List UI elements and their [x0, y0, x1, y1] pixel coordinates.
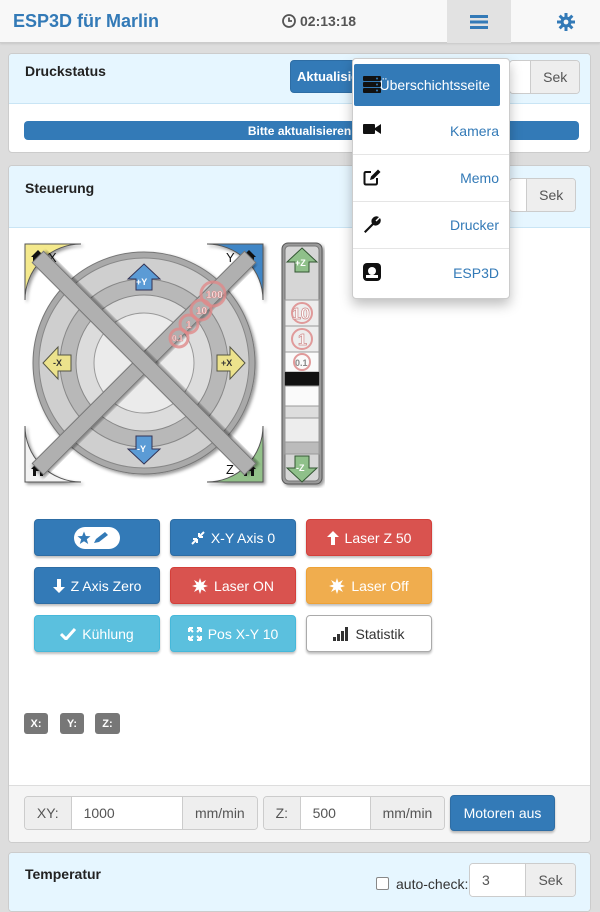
step-1-label: 1 [186, 320, 192, 331]
navbar: ESP3D für Marlin 02:13:18 [0, 0, 600, 43]
video-camera-icon [363, 124, 381, 134]
star-pencil-icon [74, 526, 120, 549]
minus-x-label: -X [53, 358, 62, 368]
z-step-10-label: 10 [292, 306, 310, 323]
arrow-down-icon [52, 578, 65, 593]
autocheck-label: auto-check: [396, 876, 469, 892]
temperature-interval-input[interactable]: 3 [470, 864, 526, 896]
menu-item-camera[interactable]: Kamera [353, 108, 509, 155]
menu-button[interactable] [447, 0, 511, 43]
menu-item-dashboard-label: Überschichtsseite [379, 77, 491, 93]
settings-button[interactable] [557, 13, 575, 34]
macro-button-9[interactable]: Statistik [306, 615, 432, 652]
expand-icon [187, 626, 202, 641]
check-icon [60, 627, 77, 640]
macro-button-7[interactable]: Kühlung [34, 615, 160, 652]
macro-7-label: Kühlung [82, 625, 134, 642]
macro-button-8[interactable]: Pos X-Y 10 [170, 615, 296, 652]
macro-button-1[interactable] [34, 519, 160, 556]
clock-time: 02:13:18 [300, 13, 357, 29]
menu-item-dashboard[interactable]: Überschichtsseite [354, 64, 500, 106]
menu-item-esp3d[interactable]: ESP3D [353, 249, 509, 296]
motors-off-button[interactable]: Motoren aus [450, 795, 555, 831]
minus-z-label: -Z [296, 463, 305, 473]
control-interval-input[interactable] [510, 179, 527, 211]
z-feedrate-group: Z: 500 mm/min [263, 796, 445, 830]
control-interval-group: Sek [509, 178, 576, 212]
temperature-interval-unit: Sek [525, 864, 575, 896]
xy-feedrate-label: XY: [25, 797, 72, 829]
xy-feedrate-unit: mm/min [181, 797, 257, 829]
macro-5-label: Laser ON [214, 577, 274, 594]
menu-item-printer[interactable]: Drucker [353, 202, 509, 249]
print-status-title: Druckstatus [25, 63, 106, 79]
macro-9-label: Statistik [355, 625, 405, 642]
step-01-label: 0.1 [172, 334, 184, 343]
temperature-title: Temperatur [25, 866, 101, 882]
step-100-label: 100 [206, 290, 223, 301]
z-step-01-label: 0.1 [295, 358, 308, 368]
clock: 02:13:18 [282, 13, 356, 29]
wrench-icon [364, 216, 381, 233]
status-interval-unit: Sek [530, 61, 579, 93]
macro-8-label: Pos X-Y 10 [207, 625, 279, 642]
gear-icon [557, 13, 575, 31]
macro-6-label: Laser Off [351, 577, 409, 594]
xy-feedrate-group: XY: 1000 mm/min [24, 796, 258, 830]
compress-icon [191, 530, 205, 545]
z-feedrate-input[interactable]: 500 [300, 797, 370, 829]
z-feedrate-unit: mm/min [369, 797, 444, 829]
minus-y-label: -Y [137, 444, 146, 454]
macro-button-4[interactable]: Z Axis Zero [34, 567, 160, 604]
menu-item-camera-label: Kamera [449, 123, 499, 139]
macro-3-label: Laser Z 50 [344, 529, 412, 546]
signal-icon [333, 626, 349, 641]
home-z-label: Z [226, 462, 234, 477]
burst-icon [192, 577, 209, 594]
menu-item-printer-label: Drucker [449, 217, 499, 233]
macro-button-5[interactable]: Laser ON [170, 567, 296, 604]
status-interval-input[interactable] [510, 61, 531, 93]
xy-feedrate-input[interactable]: 1000 [71, 797, 182, 829]
temperature-panel: Temperatur auto-check: 3 Sek [8, 852, 591, 912]
z-feedrate-label: Z: [264, 797, 301, 829]
macro-button-2[interactable]: X-Y Axis 0 [170, 519, 296, 556]
macro-4-label: Z Axis Zero [70, 577, 142, 594]
edit-icon [363, 169, 381, 186]
x-position-badge: X: [24, 713, 48, 734]
z-step-1-label: 1 [298, 332, 307, 349]
menu-item-esp3d-label: ESP3D [453, 264, 499, 281]
hamburger-icon [470, 14, 488, 29]
control-interval-unit: Sek [526, 179, 575, 211]
burst-icon [329, 577, 346, 594]
menu-item-memo[interactable]: Memo [353, 155, 509, 202]
step-10-label: 10 [196, 306, 208, 317]
autocheck-checkbox[interactable] [376, 877, 389, 890]
jog-control: X Y Z 100 10 1 0.1 +Y -Y -X +X +Z -Z 10 … [24, 242, 323, 485]
server-icon [363, 76, 381, 93]
control-title: Steuerung [25, 180, 95, 196]
nav-dropdown-menu: Überschichtsseite Kamera Memo Drucker ES… [352, 58, 510, 299]
plus-z-label: +Z [295, 258, 306, 268]
macro-button-6[interactable]: Laser Off [306, 567, 432, 604]
z-position-badge: Z: [95, 713, 120, 734]
brand-title[interactable]: ESP3D für Marlin [13, 11, 159, 32]
menu-item-memo-label: Memo [460, 170, 499, 186]
arrow-up-icon [326, 530, 339, 545]
status-interval-group: Sek [509, 60, 580, 94]
macro-button-3[interactable]: Laser Z 50 [306, 519, 432, 556]
plus-y-label: +Y [136, 277, 147, 287]
esp-logo-icon [363, 263, 381, 281]
y-position-badge: Y: [60, 713, 84, 734]
temperature-interval-group: 3 Sek [469, 863, 576, 897]
plus-x-label: +X [221, 358, 232, 368]
macro-2-label: X-Y Axis 0 [210, 529, 276, 546]
clock-icon [282, 14, 296, 28]
